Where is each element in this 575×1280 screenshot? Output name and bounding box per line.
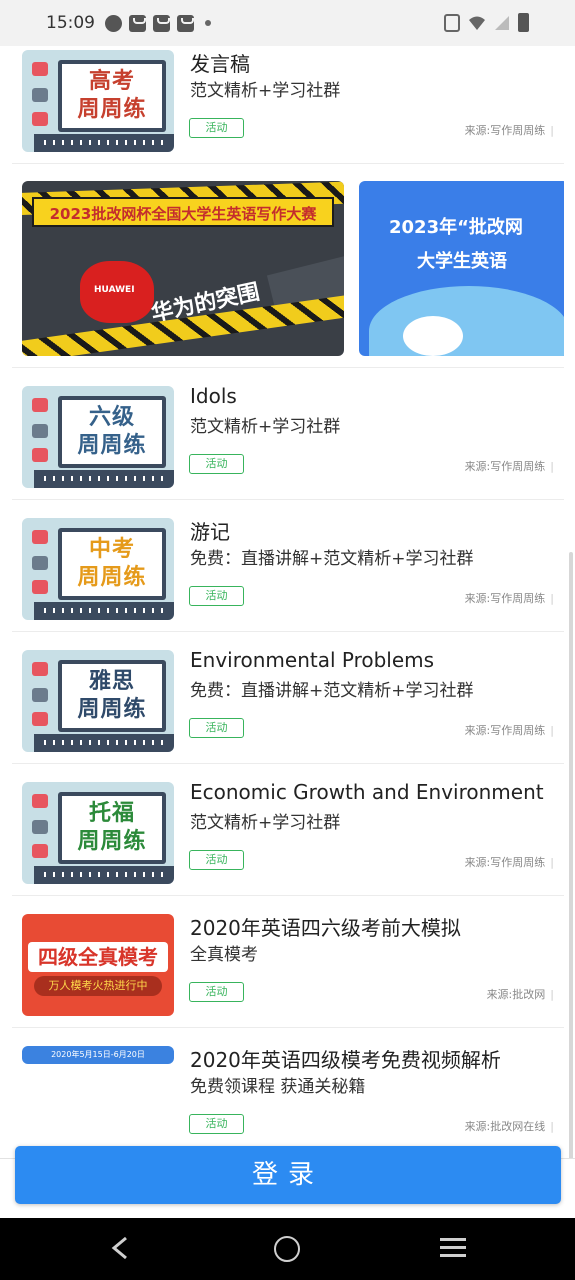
battery-icon <box>518 13 529 32</box>
printer-icon <box>32 88 48 102</box>
item-thumbnail: 托福 周周练 <box>22 782 174 884</box>
status-bar: 15:09 <box>0 0 575 46</box>
video-icon <box>32 844 48 858</box>
thumb-label-2: 万人模考火热进行中 <box>34 976 162 996</box>
list-item[interactable]: 雅思 周周练 Environmental Problems 免费：直播讲解+范文… <box>12 632 564 764</box>
thumb-label-2: 周周练 <box>77 697 147 722</box>
item-title[interactable]: Environmental Problems <box>190 648 560 672</box>
item-subtitle: 免费：直播讲解+范文精析+学习社群 <box>190 681 474 701</box>
thumb-label-2: 周周练 <box>77 829 147 854</box>
recent-apps-icon[interactable] <box>440 1238 466 1258</box>
thumb-label-1: 雅思 <box>88 669 135 694</box>
system-nav-bar <box>0 1218 575 1280</box>
list-item[interactable]: 中考 周周练 游记 免费：直播讲解+范文精析+学习社群 活动 来源:写作周周练 <box>12 500 564 632</box>
scrollbar[interactable] <box>569 552 573 1218</box>
item-subtitle: 范文精析+学习社群 <box>190 417 341 437</box>
item-title[interactable]: 发言稿 <box>190 48 560 77</box>
list-item[interactable]: 2020年5月15日-6月20日 2020年英语四级模考免费视频解析 免费领课程… <box>12 1028 564 1160</box>
sync-icon <box>105 14 122 32</box>
list-item[interactable]: 六级 周周练 Idols 范文精析+学习社群 活动 来源:写作周周练 <box>12 368 564 500</box>
shopping-bag-icon <box>153 14 170 32</box>
banner-slide[interactable]: 2023年“批改网 大学生英语 <box>359 181 564 356</box>
vibrate-icon <box>444 13 460 32</box>
item-thumbnail: 雅思 周周练 <box>22 650 174 752</box>
activity-tag: 活动 <box>189 850 244 870</box>
banner-title: 2023年“批改网 <box>389 217 523 238</box>
banner-slide[interactable]: 2023批改网杯全国大学生英语写作大赛 HUAWEI 华为的突围 <box>22 181 344 356</box>
chat-icon <box>32 530 48 544</box>
banner-title: 2023批改网杯全国大学生英语写作大赛 <box>32 197 334 227</box>
item-title[interactable]: 游记 <box>190 516 560 545</box>
thumb-label-2: 周周练 <box>77 97 147 122</box>
item-subtitle: 全真模考 <box>190 945 258 965</box>
item-thumbnail: 2020年5月15日-6月20日 <box>22 1046 174 1064</box>
item-source: 来源:写作周周练 <box>465 458 554 474</box>
item-thumbnail: 六级 周周练 <box>22 386 174 488</box>
item-title[interactable]: Idols <box>190 384 560 408</box>
activity-tag: 活动 <box>189 718 244 738</box>
item-subtitle: 免费领课程 获通关秘籍 <box>190 1077 366 1097</box>
item-title[interactable]: 2020年英语四六级考前大模拟 <box>190 912 560 941</box>
login-button[interactable]: 登录 <box>15 1146 561 1204</box>
thumb-label-1: 托福 <box>88 801 135 826</box>
activity-tag: 活动 <box>189 982 244 1002</box>
item-subtitle: 免费：直播讲解+范文精析+学习社群 <box>190 549 474 569</box>
shopping-bag-icon <box>129 14 146 32</box>
banner-carousel[interactable]: 2023批改网杯全国大学生英语写作大赛 HUAWEI 华为的突围 2023年“批… <box>12 168 564 368</box>
list-item[interactable]: 高考 周周练 发言稿 范文精析+学习社群 活动 来源:写作周周练 <box>12 46 564 164</box>
item-thumbnail: 高考 周周练 <box>22 50 174 152</box>
activity-tag: 活动 <box>189 1114 244 1134</box>
printer-icon <box>32 424 48 438</box>
signal-icon <box>495 15 509 30</box>
item-source: 来源:批改网在线 <box>465 1118 554 1134</box>
item-subtitle: 范文精析+学习社群 <box>190 81 341 101</box>
banner-brand: HUAWEI <box>94 285 135 295</box>
item-thumbnail: 四级全真模考 万人模考火热进行中 <box>22 914 174 1016</box>
item-source: 来源:写作周周练 <box>465 722 554 738</box>
printer-icon <box>32 688 48 702</box>
list-item[interactable]: 四级全真模考 万人模考火热进行中 2020年英语四六级考前大模拟 全真模考 活动… <box>12 896 564 1028</box>
activity-tag: 活动 <box>189 454 244 474</box>
list-item[interactable]: 托福 周周练 Economic Growth and Environment 范… <box>12 764 564 896</box>
banner-subtitle: 大学生英语 <box>417 251 507 272</box>
thumb-label-1: 六级 <box>88 405 135 430</box>
item-title[interactable]: 2020年英语四级模考免费视频解析 <box>190 1044 560 1073</box>
thumb-label-1: 高考 <box>88 69 135 94</box>
activity-tag: 活动 <box>189 118 244 138</box>
thumb-label-1: 四级全真模考 <box>28 942 168 972</box>
item-source: 来源:批改网 <box>487 986 554 1002</box>
thumb-label-1: 中考 <box>88 537 135 562</box>
chat-icon <box>32 398 48 412</box>
boxing-glove-image: HUAWEI <box>80 261 154 323</box>
video-icon <box>32 580 48 594</box>
printer-icon <box>32 820 48 834</box>
wifi-icon <box>469 16 485 30</box>
activity-tag: 活动 <box>189 586 244 606</box>
video-icon <box>32 712 48 726</box>
notification-dot-icon <box>205 20 211 26</box>
home-icon[interactable] <box>274 1236 300 1262</box>
item-title[interactable]: Economic Growth and Environment <box>190 780 560 804</box>
status-time: 15:09 <box>46 13 95 33</box>
item-subtitle: 范文精析+学习社群 <box>190 813 341 833</box>
item-source: 来源:写作周周练 <box>465 122 554 138</box>
item-thumbnail: 中考 周周练 <box>22 518 174 620</box>
activity-list[interactable]: 高考 周周练 发言稿 范文精析+学习社群 活动 来源:写作周周练 2023批改网… <box>0 46 575 1218</box>
printer-icon <box>32 556 48 570</box>
shopping-bag-icon <box>177 14 194 32</box>
video-icon <box>32 112 48 126</box>
back-icon[interactable] <box>110 1236 130 1260</box>
thumb-label-1: 2020年5月15日-6月20日 <box>51 1050 145 1059</box>
thumb-label-2: 周周练 <box>77 433 147 458</box>
item-source: 来源:写作周周练 <box>465 590 554 606</box>
item-source: 来源:写作周周练 <box>465 854 554 870</box>
chat-icon <box>32 794 48 808</box>
chat-icon <box>32 662 48 676</box>
chat-icon <box>32 62 48 76</box>
thumb-label-2: 周周练 <box>77 565 147 590</box>
video-icon <box>32 448 48 462</box>
